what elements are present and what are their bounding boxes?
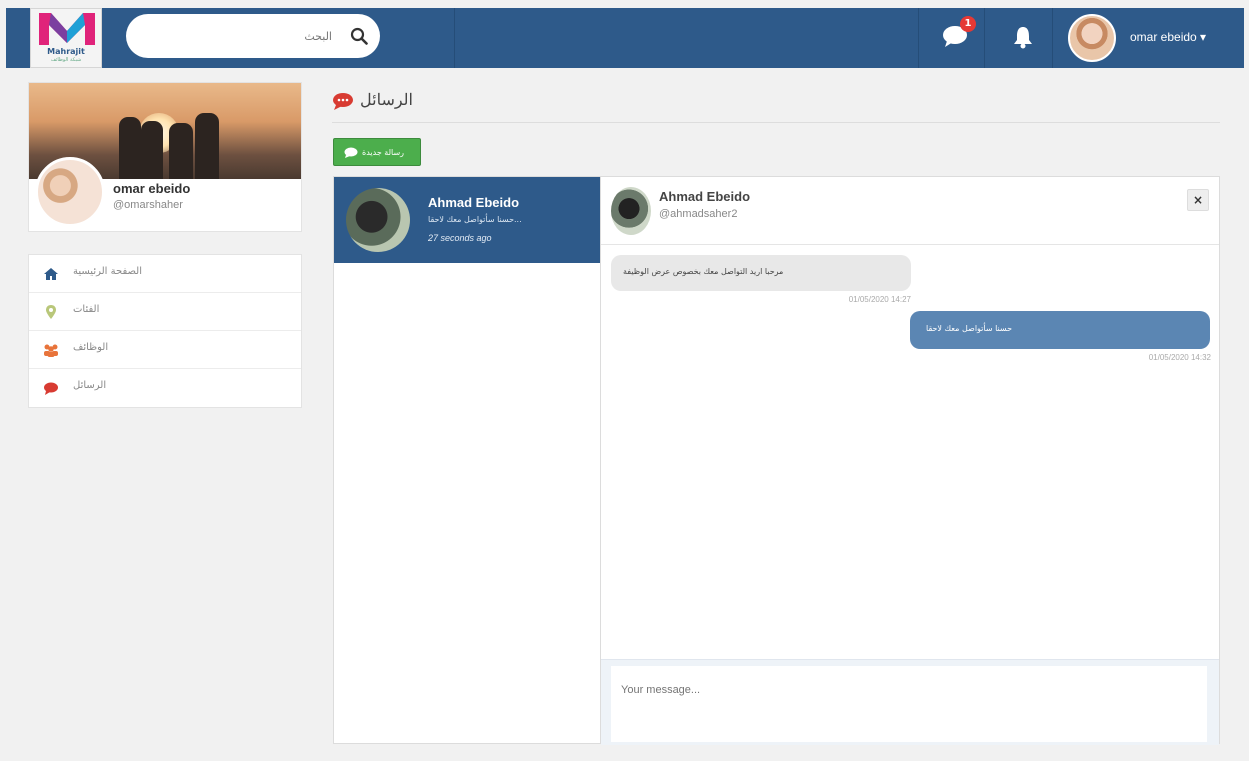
sidebar-item-home[interactable]: الصفحة الرئيسية: [29, 255, 301, 293]
user-menu-name: omar ebeido ▾: [1130, 30, 1207, 44]
navbar-divider: [984, 8, 985, 68]
sidebar-item-label: الصفحة الرئيسية: [73, 266, 142, 277]
message-bubble-outgoing: حسنا سأتواصل معك لاحقا: [910, 311, 1210, 349]
user-avatar: [1068, 14, 1116, 62]
user-menu-dropdown[interactable]: omar ebeido ▾: [1060, 8, 1240, 68]
conversation-avatar: [346, 188, 410, 252]
message-timestamp: 01/05/2020 14:27: [848, 295, 911, 304]
messages-nav-button[interactable]: 1: [924, 8, 988, 68]
logo-m-icon: [39, 13, 95, 45]
navbar-divider: [1052, 8, 1053, 68]
chat-contact-handle: @ahmadsaher2: [659, 208, 738, 220]
cover-figure: [119, 117, 141, 179]
bell-icon: [1014, 27, 1032, 49]
message-timestamp: 01/05/2020 14:32: [1148, 353, 1211, 362]
message-bubble-incoming: مرحبا اريد التواصل معك بخصوص عرض الوظيفة: [611, 255, 911, 291]
sidebar-item-jobs[interactable]: الوظائف: [29, 331, 301, 369]
conversation-time: 27 seconds ago: [428, 233, 492, 243]
comment-icon: [344, 147, 358, 158]
navbar-divider: [454, 8, 455, 68]
cover-figure: [195, 113, 219, 179]
sidebar-item-label: الرسائل: [73, 380, 107, 391]
users-icon: [44, 344, 58, 357]
map-marker-icon: [46, 305, 56, 319]
message-text: حسنا سأتواصل معك لاحقا: [926, 324, 1013, 333]
sidebar-menu: الصفحة الرئيسية الفئات الوظائف الرسائل: [28, 254, 302, 408]
message-text: مرحبا اريد التواصل معك بخصوص عرض الوظيفة: [623, 267, 784, 276]
home-icon: [44, 268, 58, 280]
brand-logo[interactable]: Mahrajit شبكة الوظائف: [30, 8, 102, 68]
conversation-preview: ...حسنا سأتواصل معك لاحقا: [428, 215, 522, 224]
new-message-button[interactable]: رسالة جديدة: [333, 138, 421, 166]
logo-text: Mahrajit: [47, 47, 85, 56]
logo-subtitle: شبكة الوظائف: [50, 57, 82, 63]
chat-header: Ahmad Ebeido @ahmadsaher2 ×: [601, 177, 1219, 245]
notifications-nav-button[interactable]: [990, 8, 1056, 68]
new-message-label: رسالة جديدة: [362, 148, 405, 157]
sidebar-item-categories[interactable]: الفئات: [29, 293, 301, 331]
chat-contact-name[interactable]: Ahmad Ebeido: [659, 189, 750, 204]
top-navbar: Mahrajit شبكة الوظائف 1 omar ebeido ▾: [6, 8, 1244, 68]
conversation-list: Ahmad Ebeido ...حسنا سأتواصل معك لاحقا 2…: [333, 176, 601, 744]
search-input[interactable]: [142, 26, 332, 46]
conversation-name: Ahmad Ebeido: [428, 195, 520, 210]
conversation-item[interactable]: Ahmad Ebeido ...حسنا سأتواصل معك لاحقا 2…: [334, 177, 600, 263]
sidebar-item-label: الوظائف: [73, 342, 109, 353]
profile-avatar[interactable]: [35, 157, 105, 227]
messages-count-badge: 1: [960, 16, 976, 32]
close-chat-button[interactable]: ×: [1187, 189, 1209, 211]
sidebar-item-label: الفئات: [73, 304, 100, 315]
profile-card: omar ebeido @omarshaher: [28, 82, 302, 232]
sidebar-item-messages[interactable]: الرسائل: [29, 369, 301, 407]
message-composer: [601, 659, 1219, 745]
chat-avatar[interactable]: [611, 187, 651, 235]
chat-panel: Ahmad Ebeido @ahmadsaher2 × مرحبا اريد ا…: [600, 176, 1220, 745]
navbar-divider: [918, 8, 919, 68]
profile-name[interactable]: omar ebeido: [113, 181, 190, 196]
search-box: [126, 14, 380, 58]
cover-figure: [169, 123, 193, 179]
message-input[interactable]: [611, 666, 1207, 742]
search-icon[interactable]: [350, 27, 368, 45]
cover-figure: [141, 121, 163, 179]
divider: [332, 122, 1220, 123]
comment-icon: [333, 93, 353, 110]
comment-icon: [44, 382, 58, 395]
page-title-text: الرسائل: [360, 90, 413, 109]
profile-handle: @omarshaher: [113, 199, 183, 211]
